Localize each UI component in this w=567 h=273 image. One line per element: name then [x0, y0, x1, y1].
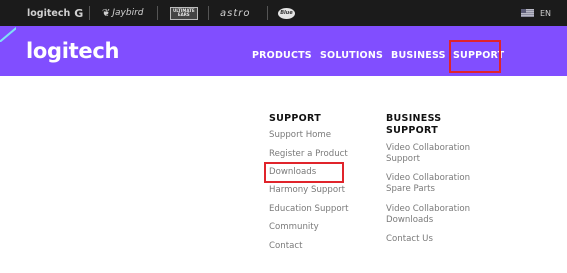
- divider: [267, 6, 268, 20]
- link-video-collab-spare-parts[interactable]: Video Collaboration Spare Parts: [386, 173, 470, 195]
- link-video-collab-downloads[interactable]: Video Collaboration Downloads: [386, 204, 470, 226]
- link-text-line2: Downloads: [386, 215, 434, 225]
- link-education-support[interactable]: Education Support: [269, 204, 349, 215]
- business-support-menu-column: BUSINESS SUPPORT: [386, 113, 441, 137]
- link-harmony-support[interactable]: Harmony Support: [269, 185, 345, 196]
- blue-logo: Blue: [278, 7, 295, 19]
- divider: [208, 6, 209, 20]
- language-selector[interactable]: EN: [521, 0, 551, 26]
- link-community[interactable]: Community: [269, 222, 319, 233]
- logitech-wordmark: logitech: [27, 7, 71, 19]
- support-menu-heading: SUPPORT: [269, 113, 322, 124]
- brand-ultimate-ears-link[interactable]: ULTIMATE EARS: [170, 0, 198, 26]
- nav-solutions[interactable]: SOLUTIONS: [320, 50, 383, 61]
- link-contact-us[interactable]: Contact Us: [386, 234, 433, 245]
- link-text-line1: Video Collaboration: [386, 173, 471, 183]
- ultimate-ears-logo: ULTIMATE EARS: [170, 6, 198, 20]
- link-text-line2: Support: [386, 154, 420, 164]
- jaybird-wordmark: Jaybird: [112, 8, 144, 18]
- support-highlight-box: [449, 40, 501, 73]
- divider: [89, 6, 90, 20]
- astro-wordmark: astro: [220, 7, 251, 19]
- ultimate-ears-line2: EARS: [177, 12, 190, 17]
- business-support-heading-line2: SUPPORT: [386, 125, 439, 136]
- brand-logitech-link[interactable]: logitech G: [27, 0, 83, 26]
- link-text-line1: Video Collaboration: [386, 204, 471, 214]
- business-support-heading-line1: BUSINESS: [386, 113, 442, 124]
- us-flag-icon: [521, 9, 534, 17]
- logitech-g-icon: G: [74, 6, 84, 20]
- downloads-highlight-box: [264, 162, 344, 183]
- brand-blue-link[interactable]: Blue: [278, 0, 295, 26]
- link-contact[interactable]: Contact: [269, 241, 302, 252]
- logitech-logo[interactable]: logitech: [26, 39, 119, 63]
- support-menu-column: SUPPORT: [269, 113, 321, 125]
- jaybird-bird-icon: ❦: [102, 7, 111, 19]
- corner-accent-icon: [0, 26, 16, 42]
- nav-products[interactable]: PRODUCTS: [252, 50, 312, 61]
- link-support-home[interactable]: Support Home: [269, 130, 331, 141]
- divider: [157, 6, 158, 20]
- link-text-line2: Spare Parts: [386, 184, 435, 194]
- brand-jaybird-link[interactable]: ❦ Jaybird: [102, 0, 144, 26]
- brand-bar: logitech G ❦ Jaybird ULTIMATE EARS astro…: [0, 0, 567, 26]
- nav-business[interactable]: BUSINESS: [391, 50, 446, 61]
- link-register-product[interactable]: Register a Product: [269, 149, 348, 160]
- language-code: EN: [540, 8, 552, 18]
- brand-astro-link[interactable]: astro: [220, 0, 251, 26]
- link-text-line1: Video Collaboration: [386, 143, 471, 153]
- link-video-collab-support[interactable]: Video Collaboration Support: [386, 143, 470, 165]
